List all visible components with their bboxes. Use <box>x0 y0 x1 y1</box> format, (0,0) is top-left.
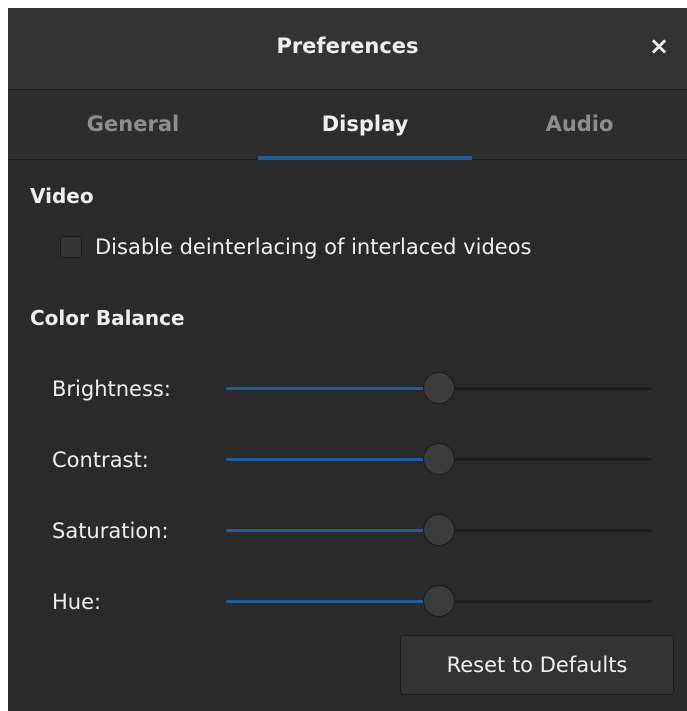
tab-display[interactable]: Display <box>258 90 472 160</box>
slider-knob[interactable] <box>423 585 455 617</box>
close-button[interactable]: × <box>645 31 673 61</box>
deinterlace-label: Disable deinterlacing of interlaced vide… <box>95 235 532 259</box>
display-tab-content: Video Disable deinterlacing of interlace… <box>8 160 687 711</box>
preferences-dialog: Preferences × General Display Audio Vide… <box>8 8 687 711</box>
slider-knob[interactable] <box>423 514 455 546</box>
slider-knob[interactable] <box>423 443 455 475</box>
brightness-slider[interactable] <box>226 369 652 409</box>
tab-general-label: General <box>86 112 180 136</box>
saturation-label: Saturation: <box>52 519 169 543</box>
contrast-slider[interactable] <box>226 440 652 480</box>
tab-display-label: Display <box>321 112 409 136</box>
color-balance-heading: Color Balance <box>30 306 185 330</box>
video-heading: Video <box>30 184 94 208</box>
slider-knob[interactable] <box>423 372 455 404</box>
titlebar: Preferences × <box>8 8 687 90</box>
hue-slider[interactable] <box>226 582 652 622</box>
slider-fill <box>226 458 439 461</box>
contrast-row: Contrast: <box>8 440 687 480</box>
slider-fill <box>226 387 439 390</box>
deinterlace-checkbox[interactable] <box>60 236 82 258</box>
close-icon: × <box>648 32 670 60</box>
tab-general[interactable]: General <box>8 90 258 159</box>
brightness-row: Brightness: <box>8 369 687 409</box>
deinterlace-option[interactable]: Disable deinterlacing of interlaced vide… <box>60 232 531 262</box>
saturation-row: Saturation: <box>8 511 687 551</box>
hue-row: Hue: <box>8 582 687 622</box>
saturation-slider[interactable] <box>226 511 652 551</box>
tab-audio[interactable]: Audio <box>472 90 687 159</box>
tab-audio-label: Audio <box>545 112 614 136</box>
slider-fill <box>226 600 439 603</box>
brightness-label: Brightness: <box>52 377 171 401</box>
hue-label: Hue: <box>52 590 102 614</box>
contrast-label: Contrast: <box>52 448 149 472</box>
tab-bar: General Display Audio <box>8 90 687 160</box>
slider-fill <box>226 529 439 532</box>
window-title: Preferences <box>276 34 419 58</box>
reset-to-defaults-button[interactable]: Reset to Defaults <box>400 635 674 695</box>
